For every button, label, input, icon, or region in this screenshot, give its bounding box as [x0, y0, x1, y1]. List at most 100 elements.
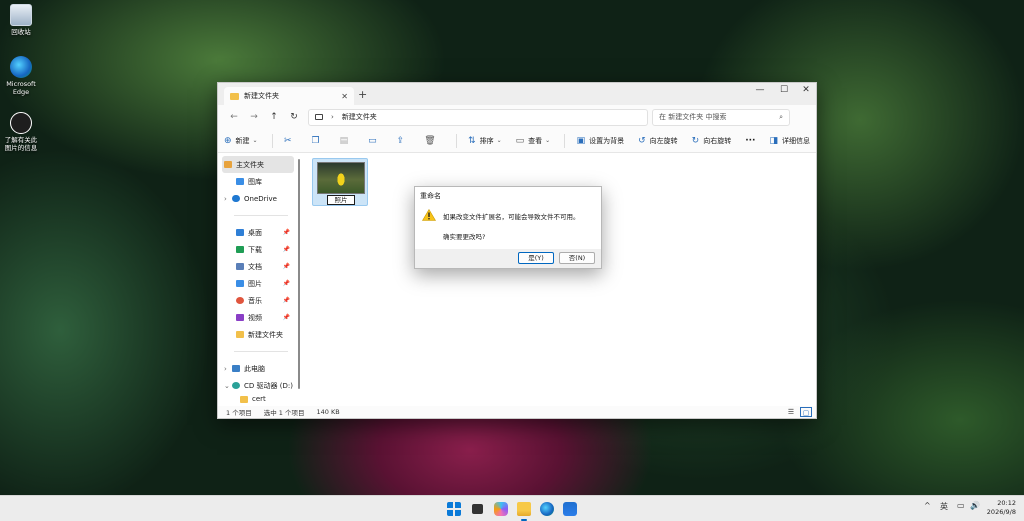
clock-date: 2026/9/8 — [986, 508, 1016, 516]
clock-time: 20:12 — [997, 499, 1016, 507]
network-icon[interactable]: ▭ — [957, 501, 965, 510]
rotate-right-label: 向右旋转 — [703, 136, 732, 145]
sidebar-item-label: 新建文件夹 — [248, 330, 283, 339]
sidebar-item-pictures[interactable]: 图片 📌 — [218, 275, 298, 292]
share-button[interactable]: ⇪ — [397, 136, 409, 146]
set-background-button[interactable]: ▣ 设置为背景 — [577, 136, 625, 146]
details-view-icon[interactable]: ☰ — [785, 407, 797, 417]
desktop-icon-recycle-bin[interactable]: 回收站 — [2, 4, 40, 36]
sidebar-item-label: 音乐 — [248, 296, 262, 305]
back-button[interactable]: ← — [224, 112, 244, 122]
pin-icon: 📌 — [282, 297, 290, 304]
edge-icon[interactable] — [540, 502, 554, 516]
divider — [234, 351, 288, 352]
sidebar-item-downloads[interactable]: 下载 📌 — [218, 241, 298, 258]
sidebar-item-label: 文档 — [248, 262, 262, 271]
desktop-icon-edge[interactable]: Microsoft Edge — [2, 56, 40, 96]
rename-dialog: 重命名 如果改变文件扩展名，可能会导致文件不可用。 确实要更改吗? 是(Y) 否… — [414, 186, 602, 269]
trash-icon: 🗑 — [424, 135, 436, 146]
sidebar-item-new-folder[interactable]: 新建文件夹 — [218, 326, 298, 343]
rename-input[interactable]: 照片 — [327, 195, 355, 205]
pin-icon: 📌 — [282, 229, 290, 236]
dialog-question: 确实要更改吗? — [443, 233, 486, 241]
sidebar-item-home[interactable]: 主文件夹 — [222, 156, 294, 173]
desktop-icon-learn-about-picture[interactable]: 了解有关此图片的信息 — [2, 112, 40, 152]
folder-icon — [240, 395, 248, 403]
rename-icon: ▭ — [368, 135, 377, 146]
breadcrumb-current[interactable]: 新建文件夹 — [342, 112, 377, 122]
large-icons-view-icon[interactable]: ▢ — [800, 407, 812, 417]
paste-button[interactable]: ▤ — [340, 136, 353, 146]
rotate-left-button[interactable]: ↺ 向左旋转 — [638, 136, 678, 146]
set-background-label: 设置为背景 — [589, 136, 625, 145]
volume-icon[interactable]: 🔊 — [970, 501, 980, 510]
sidebar-item-label: 图片 — [248, 279, 262, 288]
navigation-scrollbar[interactable] — [298, 159, 300, 389]
dialog-title: 重命名 — [415, 187, 601, 205]
search-box[interactable]: 在 新建文件夹 中搜索 ⌕ — [652, 108, 790, 126]
sidebar-item-gallery[interactable]: 图库 — [218, 173, 298, 190]
microsoft-store-icon[interactable] — [563, 502, 577, 516]
pictures-icon — [236, 280, 244, 287]
more-options-button[interactable]: ··· — [745, 136, 755, 146]
sort-button[interactable]: ⇅ 排序 ⌄ — [468, 136, 502, 146]
sidebar-item-desktop[interactable]: 桌面 📌 — [218, 224, 298, 241]
chevron-down-icon: ⌄ — [496, 137, 502, 144]
details-button[interactable]: ◨ 详细信息 — [769, 136, 810, 146]
sidebar-item-this-pc[interactable]: › 此电脑 — [218, 360, 298, 377]
maximize-button[interactable]: ☐ — [772, 85, 796, 95]
system-clock[interactable]: 20:12 2026/9/8 — [987, 499, 1016, 517]
file-item[interactable]: 照片 — [312, 158, 368, 206]
windows-start-icon[interactable] — [447, 502, 461, 516]
rename-button[interactable]: ▭ — [368, 136, 381, 146]
up-button[interactable]: ↑ — [264, 112, 284, 122]
copy-button[interactable]: ❐ — [312, 136, 324, 146]
tab-title: 新建文件夹 — [244, 92, 279, 100]
tab-close-icon[interactable]: ✕ — [341, 92, 348, 101]
close-button[interactable]: ✕ — [794, 85, 818, 95]
desktop-icon-label: 回收站 — [11, 28, 31, 36]
sidebar-item-documents[interactable]: 文档 📌 — [218, 258, 298, 275]
sidebar-item-label: OneDrive — [244, 194, 277, 203]
home-icon — [224, 161, 232, 168]
pin-icon: 📌 — [282, 314, 290, 321]
sidebar-item-label: 此电脑 — [244, 364, 265, 373]
tab-new-folder[interactable]: 新建文件夹 ✕ — [224, 87, 354, 105]
sidebar-item-label: 主文件夹 — [236, 160, 264, 169]
new-tab-button[interactable]: + — [358, 88, 367, 101]
forward-button[interactable]: → — [244, 112, 264, 122]
minimize-button[interactable]: — — [748, 85, 772, 95]
gallery-icon — [236, 178, 244, 185]
new-button[interactable]: ⊕ 新建 ⌄ — [224, 136, 258, 146]
delete-button[interactable]: 🗑 — [424, 136, 439, 146]
task-view-icon[interactable] — [472, 504, 483, 514]
sidebar-item-cert[interactable]: cert — [218, 394, 298, 404]
sidebar-item-videos[interactable]: 视频 📌 — [218, 309, 298, 326]
yes-button[interactable]: 是(Y) — [518, 252, 554, 264]
sidebar-item-cd-drive[interactable]: ⌄ CD 驱动器 (D:) — [218, 377, 298, 394]
navigation-pane: 主文件夹 图库 › OneDrive 桌面 📌 下载 📌 文档 📌 图片 📌 音… — [218, 153, 298, 406]
refresh-button[interactable]: ↻ — [284, 112, 304, 122]
breadcrumb-separator: › — [331, 113, 334, 121]
input-language-indicator[interactable]: 英 — [940, 501, 948, 512]
cd-drive-icon — [232, 382, 240, 389]
cut-button[interactable]: ✂ — [284, 136, 296, 146]
file-explorer-icon[interactable] — [517, 502, 531, 516]
sidebar-item-onedrive[interactable]: › OneDrive — [218, 190, 298, 207]
desktop-icon-label: Microsoft Edge — [6, 80, 36, 96]
edge-icon — [10, 56, 32, 78]
no-button[interactable]: 否(N) — [559, 252, 595, 264]
sidebar-item-label: CD 驱动器 (D:) — [244, 381, 293, 390]
view-button[interactable]: ▭ 查看 ⌄ — [516, 136, 551, 146]
rotate-right-button[interactable]: ↻ 向右旋转 — [692, 136, 732, 146]
view-icon: ▭ — [515, 135, 525, 146]
sidebar-item-music[interactable]: 音乐 📌 — [218, 292, 298, 309]
pin-icon: 📌 — [282, 280, 290, 287]
copilot-icon[interactable] — [494, 502, 508, 516]
tray-overflow-icon[interactable]: ^ — [924, 501, 931, 510]
chevron-right-icon: › — [224, 194, 227, 203]
address-bar[interactable]: › 新建文件夹 — [308, 108, 648, 126]
details-pane-icon: ◨ — [769, 135, 778, 146]
copy-icon: ❐ — [311, 135, 320, 146]
view-toggle: ☰ ▢ — [782, 407, 812, 417]
